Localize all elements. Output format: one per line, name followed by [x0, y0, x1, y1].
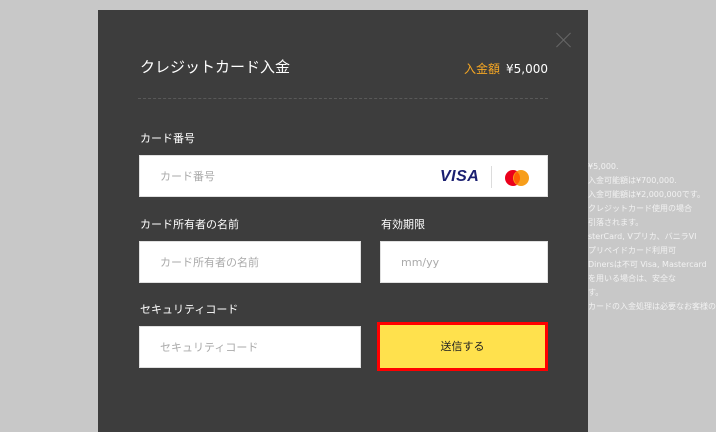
card-number-label: カード番号: [140, 132, 195, 145]
cardholder-name-label: カード所有者の名前: [140, 218, 239, 231]
security-code-input[interactable]: [140, 327, 360, 367]
background-text-line: プリペイドカード利用可: [588, 246, 676, 255]
divider: [138, 98, 548, 99]
credit-card-deposit-modal: クレジットカード入金 入金額 ¥5,000 カード番号 VISA カード所有者の名…: [98, 10, 588, 432]
background-text-line: 引落されます。: [588, 218, 644, 227]
background-text-line: クレジットカード使用の場合: [588, 204, 692, 213]
background-text-line: ¥5,000.: [588, 162, 619, 171]
expiry-input[interactable]: [381, 242, 547, 282]
background-text-line: 入金可能額は¥700,000.: [588, 176, 677, 185]
background-text-line: sterCard, Vプリカ、バニラVI: [588, 232, 697, 241]
security-code-field-wrapper: [139, 326, 361, 368]
close-icon[interactable]: [556, 32, 572, 48]
cardholder-name-field-wrapper: [139, 241, 361, 283]
background-text: ¥5,000. 入金可能額は¥700,000. 入金可能額は¥2,000,000…: [588, 160, 716, 314]
visa-logo-icon: VISA: [440, 168, 480, 185]
background-text-line: す。: [588, 288, 604, 297]
cardholder-name-input[interactable]: [140, 242, 360, 282]
card-number-field-wrapper: VISA: [139, 155, 548, 197]
mastercard-logo-icon: [505, 170, 529, 186]
background-text-line: を用いる場合は、安全な: [588, 274, 676, 283]
security-code-label: セキュリティコード: [140, 303, 239, 316]
background-text-line: カードの入金処理は必要なお客様の: [588, 302, 716, 311]
deposit-amount-value: ¥5,000: [506, 62, 548, 76]
background-text-line: Dinersは不可 Visa, Mastercard: [588, 260, 707, 269]
submit-button[interactable]: 送信する: [377, 322, 548, 371]
deposit-amount-label: 入金額: [463, 62, 500, 76]
background-text-line: 入金可能額は¥2,000,000です。: [588, 190, 706, 199]
expiry-label: 有効期限: [381, 218, 425, 231]
card-number-input[interactable]: [140, 156, 547, 196]
card-brand-separator: [491, 166, 492, 188]
deposit-amount: 入金額 ¥5,000: [464, 60, 548, 77]
expiry-field-wrapper: [380, 241, 548, 283]
modal-title: クレジットカード入金: [140, 58, 291, 76]
